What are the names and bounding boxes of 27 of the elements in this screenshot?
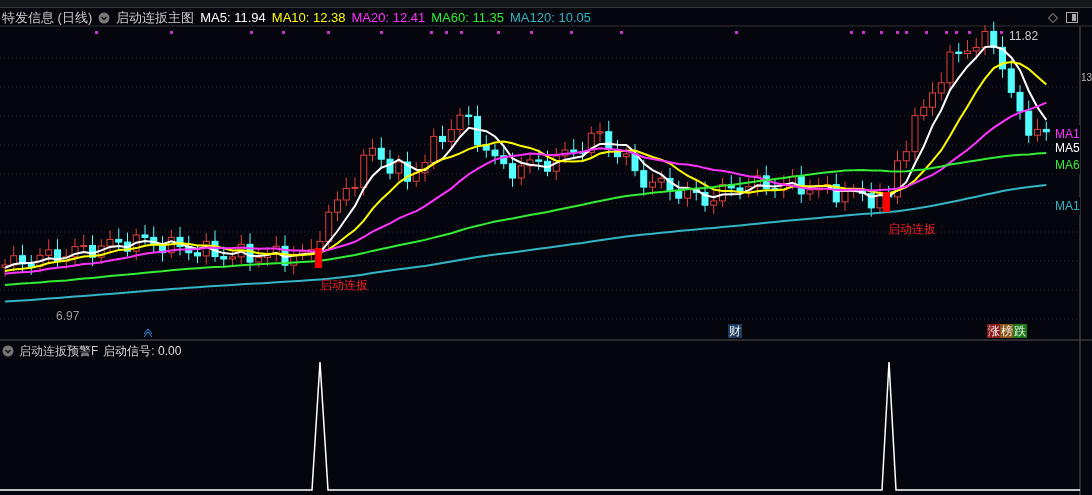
indicator-name: 启动连扳主图 bbox=[116, 9, 195, 28]
event-tag: 涨 bbox=[987, 324, 1001, 338]
moving-average-value: MA20: 12.41 bbox=[351, 9, 426, 28]
moving-average-value: MA10: 12.38 bbox=[271, 9, 346, 28]
axis-label: 13 bbox=[1081, 72, 1092, 84]
signal-bar bbox=[883, 192, 890, 212]
indicator-name: 启动连扳预警F bbox=[19, 343, 99, 360]
high-price-label: 11.82 bbox=[1008, 30, 1040, 43]
stock-title: 特发信息 (日线) bbox=[2, 9, 93, 28]
moving-average-value: MA60: 11.35 bbox=[431, 9, 504, 28]
collapse-icon[interactable] bbox=[2, 345, 14, 357]
low-price-label: 6.97 bbox=[55, 310, 81, 323]
event-tag: 跌 bbox=[1013, 324, 1027, 338]
collapse-icon[interactable] bbox=[98, 12, 111, 24]
line-label: MA1 bbox=[1055, 197, 1080, 215]
moving-average-value: MA120: 10.05 bbox=[510, 9, 591, 28]
diamond-icon[interactable] bbox=[1048, 13, 1058, 23]
line-label: MA6 bbox=[1055, 156, 1080, 174]
signal-reading: 启动信号: 0.00 bbox=[103, 343, 182, 360]
panel-toggle-icon[interactable] bbox=[1066, 12, 1078, 23]
moving-average-value: MA5: 11.94 bbox=[200, 9, 266, 28]
signal-label: 启动连扳 bbox=[320, 277, 368, 294]
event-tag: 榜 bbox=[1000, 324, 1014, 338]
signal-bar bbox=[315, 248, 322, 268]
signal-label: 启动连扳 bbox=[888, 221, 936, 238]
event-tag: 财 bbox=[728, 324, 742, 338]
double-up-arrow-icon bbox=[143, 328, 153, 338]
